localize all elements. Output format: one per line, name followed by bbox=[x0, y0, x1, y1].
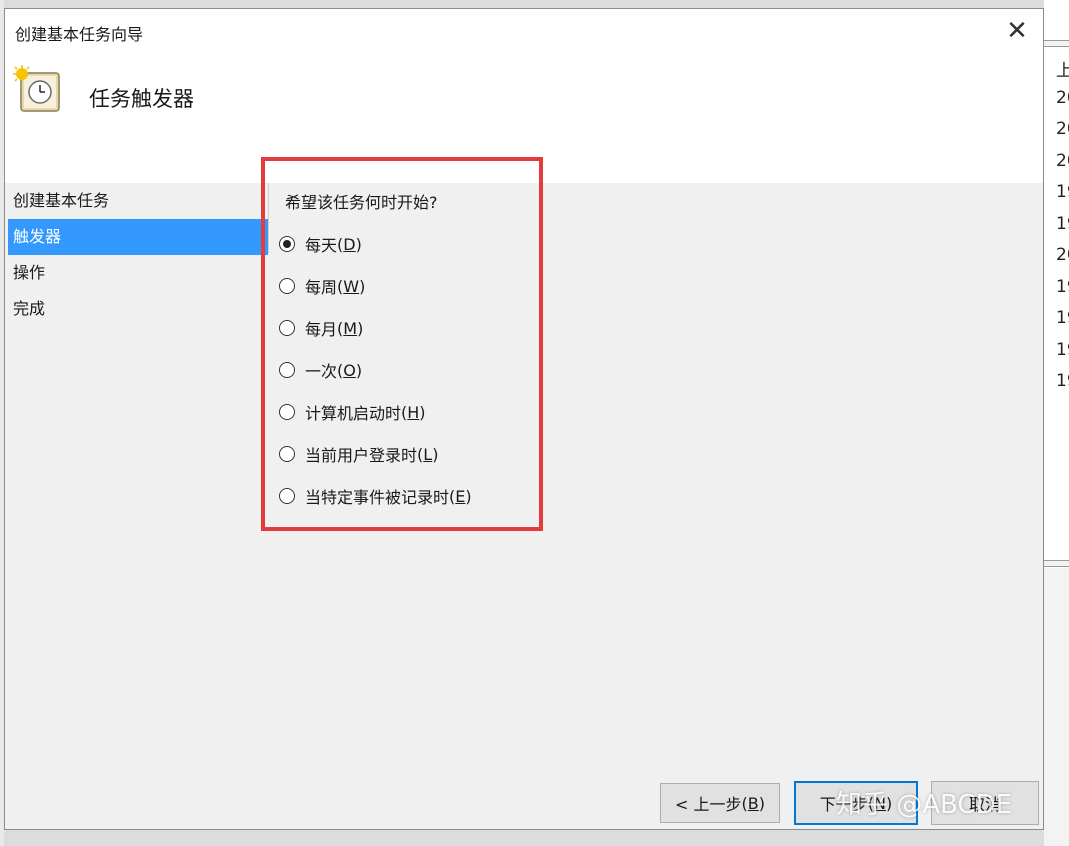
trigger-option-label: 一次 bbox=[305, 362, 338, 381]
title-bar: 创建基本任务向导 ✕ bbox=[5, 9, 1043, 53]
radio-button-icon[interactable] bbox=[279, 236, 295, 252]
background-window-row: 20 bbox=[1056, 119, 1069, 139]
trigger-option-label: 每月 bbox=[305, 320, 338, 339]
background-window: 上 20 20 20 19 19 20 19 19 19 19 bbox=[1044, 0, 1069, 846]
trigger-question: 希望该任务何时开始? bbox=[285, 193, 438, 212]
background-window-row: 19 bbox=[1056, 276, 1069, 297]
radio-button-icon[interactable] bbox=[279, 488, 295, 504]
trigger-option-accesskey: L bbox=[423, 444, 433, 464]
background-window-lower-pane bbox=[1044, 568, 1069, 846]
background-window-row: 19 bbox=[1056, 371, 1069, 391]
radio-button-icon[interactable] bbox=[279, 362, 295, 378]
trigger-option-accesskey: O bbox=[343, 360, 356, 380]
trigger-option-label: 当前用户登录时 bbox=[305, 446, 418, 465]
nav-step-trigger[interactable]: 触发器 bbox=[8, 219, 268, 255]
back-button-label: < 上一步 bbox=[675, 795, 742, 814]
scheduled-task-clock-icon bbox=[13, 65, 60, 112]
trigger-option-accesskey: M bbox=[343, 318, 358, 338]
back-button-key: B bbox=[747, 793, 759, 813]
page-title: 任务触发器 bbox=[89, 87, 194, 111]
background-window-pane-divider[interactable] bbox=[1044, 560, 1069, 567]
background-window-row: 19 bbox=[1056, 213, 1069, 234]
trigger-option-m[interactable]: 每月(M) bbox=[279, 315, 363, 341]
background-window-row: 20 bbox=[1056, 87, 1069, 108]
create-basic-task-wizard: 创建基本任务向导 ✕ 任务触发器 创建基本任务 触发器 操作 完成 希望该任务何… bbox=[4, 8, 1044, 830]
trigger-option-o[interactable]: 一次(O) bbox=[279, 357, 362, 383]
background-window-row: 上 bbox=[1056, 61, 1069, 81]
trigger-option-label: 每周 bbox=[305, 278, 338, 297]
background-window-row: 19 bbox=[1056, 182, 1069, 202]
watermark: 知乎 @ABCDE bbox=[836, 790, 1013, 820]
radio-button-icon[interactable] bbox=[279, 278, 295, 294]
radio-button-icon[interactable] bbox=[279, 320, 295, 336]
radio-selected-dot bbox=[283, 240, 291, 248]
trigger-option-d[interactable]: 每天(D) bbox=[279, 231, 362, 257]
trigger-option-accesskey: H bbox=[407, 402, 420, 422]
background-window-row: 20 bbox=[1056, 150, 1069, 171]
trigger-option-l[interactable]: 当前用户登录时(L) bbox=[279, 441, 438, 467]
trigger-option-accesskey: D bbox=[343, 234, 356, 254]
trigger-options-panel: 希望该任务何时开始? 每天(D) 每周(W) 每月(M) 一次(O) 计算机启动时(H)… bbox=[261, 157, 543, 531]
radio-button-icon[interactable] bbox=[279, 446, 295, 462]
close-icon[interactable]: ✕ bbox=[1001, 15, 1033, 47]
wizard-steps-nav: 创建基本任务 触发器 操作 完成 bbox=[8, 183, 268, 327]
background-window-row: 20 bbox=[1056, 245, 1069, 265]
trigger-option-e[interactable]: 当特定事件被记录时(E) bbox=[279, 483, 472, 509]
trigger-option-accesskey: E bbox=[455, 486, 466, 506]
back-button[interactable]: < 上一步(B) bbox=[660, 783, 780, 823]
trigger-option-w[interactable]: 每周(W) bbox=[279, 273, 365, 299]
trigger-option-accesskey: W bbox=[343, 276, 360, 296]
trigger-option-label: 每天 bbox=[305, 236, 338, 255]
trigger-option-label: 当特定事件被记录时 bbox=[305, 488, 450, 507]
nav-step-finish[interactable]: 完成 bbox=[8, 291, 268, 327]
trigger-option-h[interactable]: 计算机启动时(H) bbox=[279, 399, 426, 425]
background-window-header-rule bbox=[1044, 40, 1069, 47]
nav-step-create-basic-task[interactable]: 创建基本任务 bbox=[8, 183, 268, 219]
background-window-row: 19 bbox=[1056, 339, 1069, 360]
trigger-option-label: 计算机启动时 bbox=[305, 404, 402, 423]
radio-button-icon[interactable] bbox=[279, 404, 295, 420]
nav-step-action[interactable]: 操作 bbox=[8, 255, 268, 291]
background-window-row: 19 bbox=[1056, 308, 1069, 328]
dialog-title: 创建基本任务向导 bbox=[15, 25, 144, 44]
